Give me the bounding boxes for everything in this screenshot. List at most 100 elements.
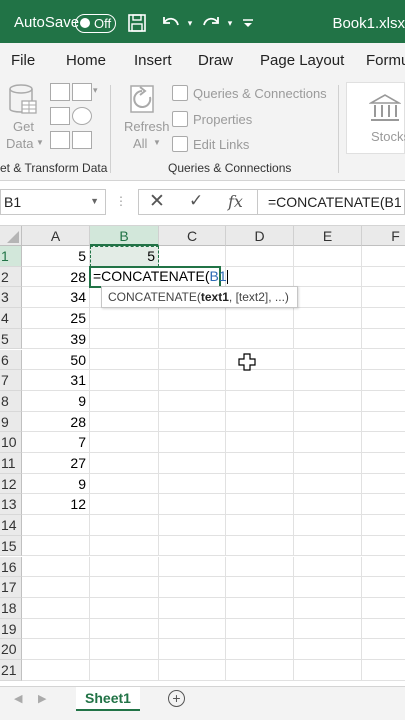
select-all-corner[interactable] [0, 226, 22, 246]
tab-page-layout[interactable]: Page Layout [260, 52, 344, 69]
grid-cell[interactable] [294, 328, 362, 350]
grid-cell[interactable] [226, 453, 294, 474]
grid-cell[interactable] [22, 515, 90, 536]
grid-cell[interactable] [226, 639, 294, 660]
grid-cell[interactable] [159, 660, 226, 681]
from-web-icon[interactable] [72, 83, 92, 101]
grid-cell[interactable] [159, 411, 226, 433]
tab-file[interactable]: File [11, 52, 35, 69]
grid-cell[interactable] [159, 556, 226, 578]
grid-cell[interactable] [90, 577, 159, 598]
properties-button[interactable]: Properties [172, 111, 252, 127]
grid-cell[interactable] [226, 535, 294, 557]
recent-sources-icon[interactable] [72, 107, 92, 125]
row-header[interactable]: 10 [0, 432, 22, 453]
grid-cell[interactable] [159, 597, 226, 619]
grid-cell[interactable] [226, 266, 294, 288]
column-header-a[interactable]: A [22, 226, 90, 246]
grid-cell[interactable] [226, 515, 294, 536]
more-sources-dropdown-icon[interactable]: ▾ [93, 85, 98, 96]
customize-toolbar-icon[interactable] [240, 12, 256, 34]
row-header[interactable]: 5 [0, 328, 22, 350]
grid-cell[interactable]: 5 [22, 246, 90, 267]
grid-cell[interactable] [362, 246, 405, 267]
grid-cell[interactable] [90, 515, 159, 536]
grid-cell[interactable] [294, 535, 362, 557]
grid-cell[interactable] [294, 494, 362, 516]
grid-cell[interactable] [226, 597, 294, 619]
grid-cell[interactable] [362, 598, 405, 619]
grid-cell[interactable] [90, 411, 159, 433]
grid-cell[interactable]: 34 [22, 287, 90, 309]
grid-cell[interactable] [22, 660, 90, 681]
grid-cell[interactable] [159, 639, 226, 660]
grid-cell[interactable] [362, 329, 405, 350]
grid-cell[interactable] [159, 390, 226, 412]
grid-cell[interactable] [90, 660, 159, 681]
grid-cell[interactable] [22, 535, 90, 557]
existing-connections-icon[interactable] [50, 131, 70, 149]
row-header[interactable]: 4 [0, 308, 22, 329]
row-header[interactable]: 6 [0, 349, 22, 371]
grid-cell[interactable] [90, 349, 159, 371]
grid-cell[interactable] [159, 432, 226, 453]
grid-cell[interactable] [226, 349, 294, 371]
grid-cell[interactable] [90, 370, 159, 391]
grid-cell[interactable] [294, 246, 362, 267]
row-header[interactable]: 21 [0, 660, 22, 681]
grid-cell[interactable] [159, 246, 226, 267]
add-sheet-icon[interactable]: + [168, 690, 185, 707]
grid-cell[interactable] [226, 660, 294, 681]
column-header-d[interactable]: D [226, 226, 294, 246]
active-cell-editor[interactable]: =CONCATENATE(B1 [89, 266, 228, 288]
grid-cell[interactable]: 9 [22, 473, 90, 495]
grid-cell[interactable] [362, 557, 405, 578]
grid-cell[interactable]: 12 [22, 494, 90, 516]
grid-cell[interactable] [22, 597, 90, 619]
grid-cell[interactable] [90, 432, 159, 453]
tab-draw[interactable]: Draw [198, 52, 233, 69]
name-box[interactable]: B1 ▼ [0, 189, 106, 215]
grid-cell[interactable] [362, 267, 405, 288]
insert-function-icon[interactable]: fx [228, 192, 243, 211]
grid-cell[interactable] [90, 390, 159, 412]
grid-cell[interactable] [294, 308, 362, 329]
grid-cell[interactable] [362, 660, 405, 681]
row-header[interactable]: 14 [0, 515, 22, 536]
sheet-tab-active[interactable]: Sheet1 [76, 687, 140, 711]
grid-cell[interactable] [90, 618, 159, 640]
grid-cell[interactable] [159, 349, 226, 371]
get-data-icon[interactable] [8, 83, 38, 117]
column-header-c[interactable]: C [159, 226, 226, 246]
grid-cell[interactable] [362, 370, 405, 391]
grid-cell[interactable] [362, 432, 405, 453]
grid-cell[interactable] [362, 494, 405, 516]
stocks-button[interactable]: Stocks [346, 82, 405, 154]
grid-cell[interactable] [226, 494, 294, 516]
grid-cell[interactable]: 39 [22, 328, 90, 350]
save-icon[interactable] [126, 12, 148, 34]
column-header-b[interactable]: B [90, 226, 159, 246]
grid-cell[interactable] [90, 535, 159, 557]
grid-cell[interactable] [362, 412, 405, 433]
tab-insert[interactable]: Insert [134, 52, 172, 69]
row-header[interactable]: 9 [0, 411, 22, 433]
grid-cell[interactable] [226, 432, 294, 453]
grid-cell[interactable] [226, 246, 294, 267]
grid-cell[interactable] [226, 473, 294, 495]
grid-cell[interactable] [294, 390, 362, 412]
grid-cell[interactable] [226, 618, 294, 640]
grid-cell[interactable] [159, 494, 226, 516]
autosave-toggle[interactable]: Off [75, 14, 116, 33]
grid-cell[interactable] [362, 391, 405, 412]
row-header[interactable]: 11 [0, 453, 22, 474]
grid-cell[interactable]: 31 [22, 370, 90, 391]
grid-cell[interactable] [294, 515, 362, 536]
tab-home[interactable]: Home [66, 52, 106, 69]
grid-cell[interactable]: 25 [22, 308, 90, 329]
row-header[interactable]: 16 [0, 556, 22, 578]
undo-dropdown-icon[interactable]: ▾ [184, 12, 196, 34]
grid-cell[interactable] [90, 494, 159, 516]
grid-cell[interactable] [362, 536, 405, 557]
grid-cell[interactable] [362, 619, 405, 640]
